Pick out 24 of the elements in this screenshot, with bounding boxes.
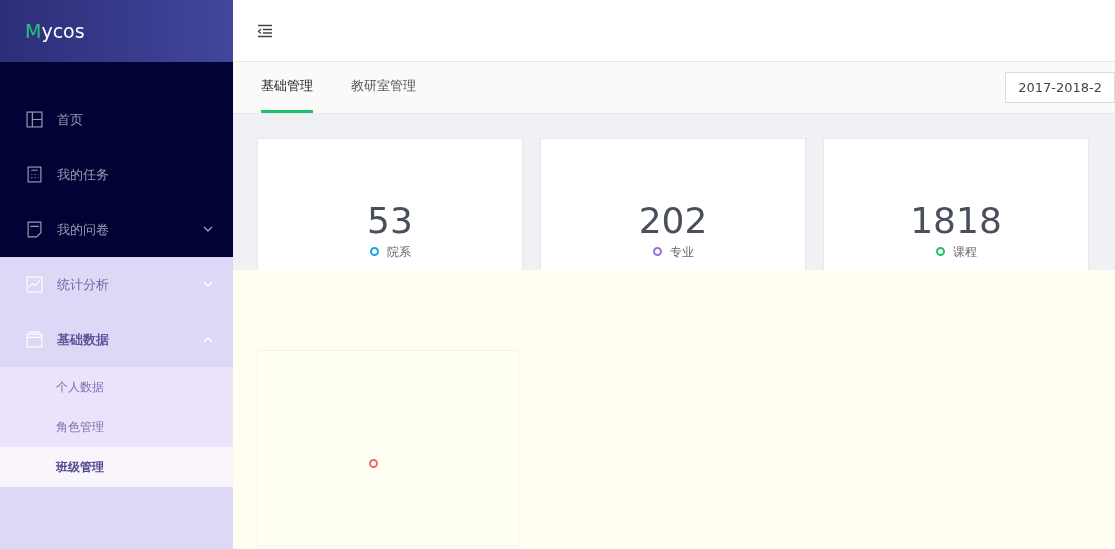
stat-label: 院系 (386, 243, 411, 261)
stat-label: 专业 (669, 243, 694, 261)
menu-icon[interactable] (257, 23, 273, 38)
stat-label: 课程 (952, 243, 977, 261)
chevron-up-icon (203, 336, 213, 343)
submenu-item[interactable]: 角色管理 (0, 407, 233, 447)
chevron-down-icon (203, 281, 213, 288)
submenu-item[interactable]: 班级管理 (0, 447, 233, 487)
calculator-icon (26, 166, 43, 183)
term-select[interactable]: 2017-2018-2 (1005, 71, 1115, 104)
brand-logo: Mycos (0, 0, 233, 62)
submenu-item[interactable]: 个人数据 (0, 367, 233, 407)
layout-icon (26, 111, 43, 128)
sidebar-item[interactable]: 首页 (0, 92, 233, 147)
tab[interactable]: 教研室管理 (351, 62, 416, 113)
sidebar-item[interactable]: 我的任务 (0, 147, 233, 202)
note-icon (26, 221, 43, 238)
folder-icon (26, 331, 43, 348)
stat-value: 53 (367, 201, 413, 241)
chart-icon (26, 276, 43, 293)
stat-value: 202 (638, 201, 708, 241)
sidebar-item[interactable]: 我的问卷 (0, 202, 233, 257)
stat-value: 1818 (910, 201, 1002, 241)
chevron-down-icon (203, 226, 213, 233)
